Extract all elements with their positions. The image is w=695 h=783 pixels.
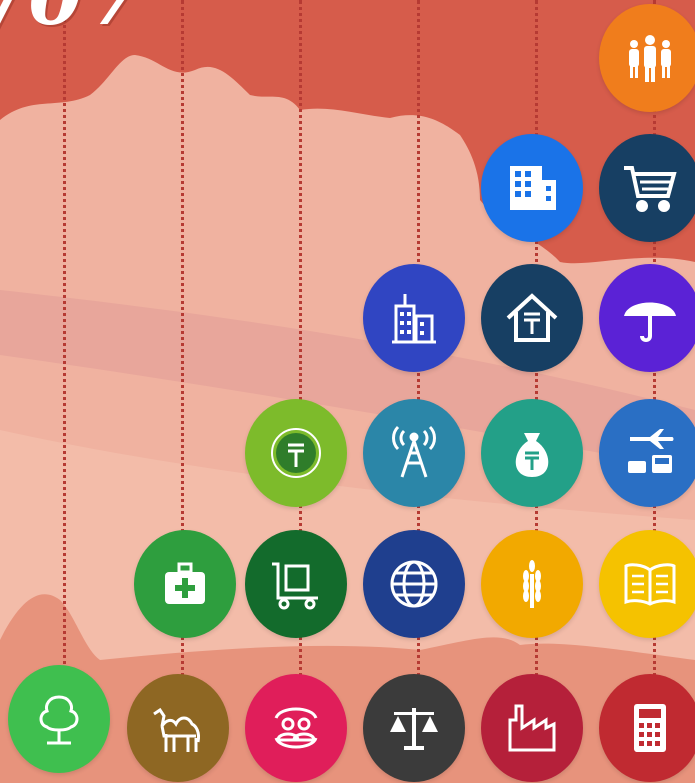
umbrella-icon [599, 264, 695, 372]
background-map [0, 0, 695, 783]
office-building-icon [481, 134, 583, 242]
people-group-icon [599, 4, 695, 112]
tree-icon [8, 665, 110, 773]
first-aid-kit-icon [134, 530, 236, 638]
infographic-canvas: /07 [0, 0, 695, 783]
calculator-icon [599, 674, 695, 782]
people-exchange-icon [245, 674, 347, 782]
title-fragment: /07 [0, 0, 149, 43]
wheat-icon [481, 530, 583, 638]
house-tenge-icon [481, 264, 583, 372]
globe-tenge-icon [245, 399, 347, 507]
cart-with-box-icon [245, 530, 347, 638]
open-book-icon [599, 530, 695, 638]
transport-icon [599, 399, 695, 507]
scales-icon [363, 674, 465, 782]
camel-icon [127, 674, 229, 782]
shopping-cart-icon [599, 134, 695, 242]
money-bag-icon [481, 399, 583, 507]
world-globe-icon [363, 530, 465, 638]
factory-icon [481, 674, 583, 782]
city-buildings-icon [363, 264, 465, 372]
guide-line [63, 0, 66, 720]
radio-tower-icon [363, 399, 465, 507]
